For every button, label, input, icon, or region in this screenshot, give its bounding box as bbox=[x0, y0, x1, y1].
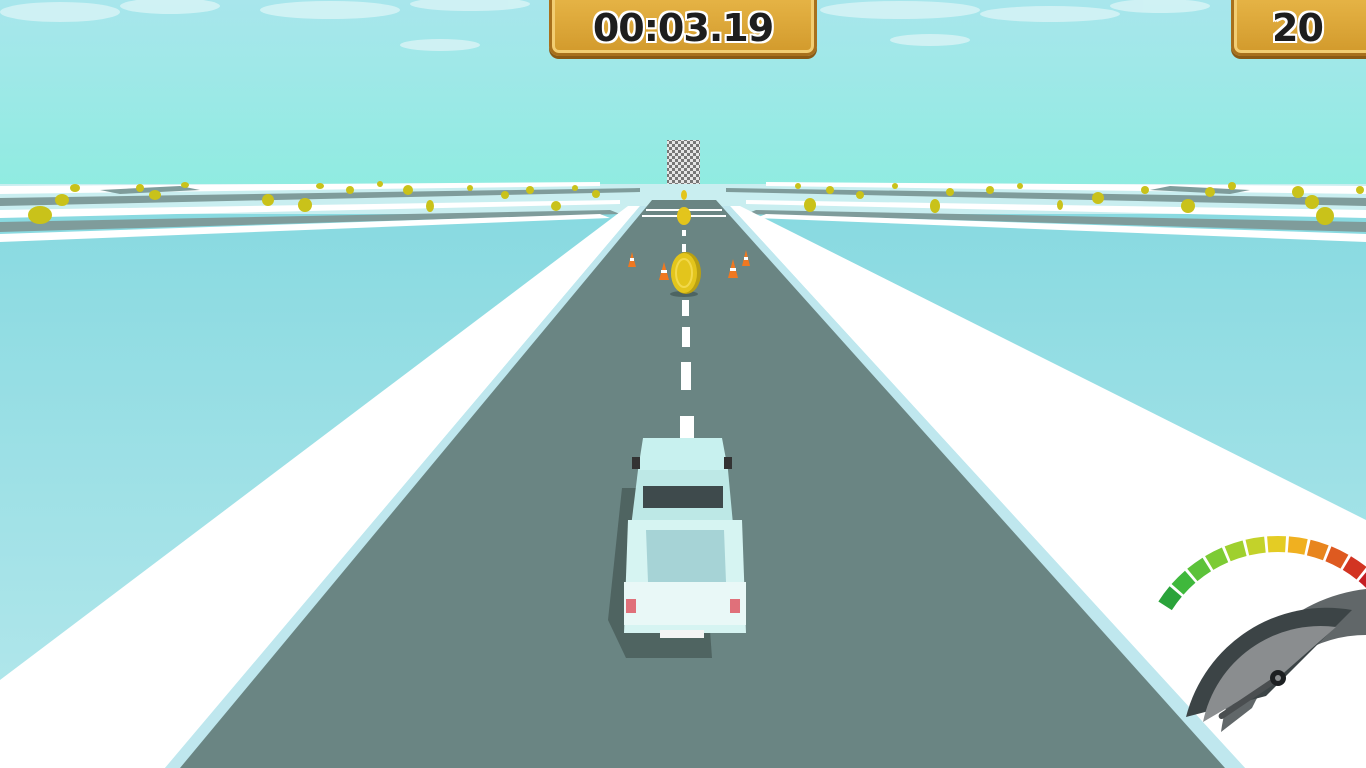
coin-counter: 20 bbox=[1272, 6, 1324, 50]
checkered-finish-gate bbox=[667, 140, 700, 184]
speedometer-segment bbox=[1287, 536, 1308, 555]
game-scene bbox=[0, 0, 1366, 768]
coin-counter-panel: 20 bbox=[1231, 0, 1366, 56]
coin bbox=[681, 190, 687, 200]
race-timer: 00:03.19 bbox=[592, 6, 774, 50]
coin bbox=[671, 252, 701, 294]
timer-panel: 00:03.19 bbox=[549, 0, 817, 56]
speedometer-segment bbox=[1245, 536, 1266, 556]
speedometer-segment bbox=[1267, 536, 1287, 553]
coin bbox=[677, 207, 691, 225]
